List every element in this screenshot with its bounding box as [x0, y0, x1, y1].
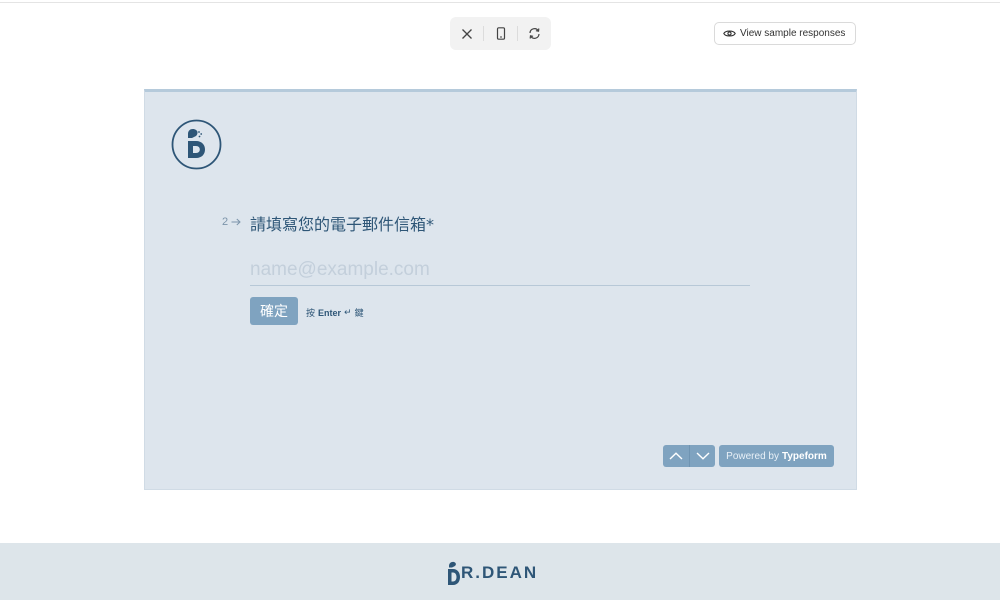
arrow-right-icon: [231, 218, 241, 226]
question-number: 2: [222, 216, 241, 228]
question-navigation: [663, 445, 715, 467]
view-sample-responses-button[interactable]: View sample responses: [714, 22, 856, 45]
footer-brand-logo: R.DEAN: [447, 560, 538, 586]
question-number-value: 2: [222, 216, 229, 228]
eye-icon: [723, 30, 736, 37]
powered-by-label: Powered by: [726, 450, 779, 462]
mobile-preview-button[interactable]: [484, 17, 517, 50]
dr-dean-logo-icon: [171, 119, 222, 170]
top-divider: [0, 2, 1000, 3]
preview-toolbar: [450, 17, 551, 50]
previous-question-button[interactable]: [663, 445, 689, 467]
enter-hint: 按 Enter ↵ 鍵: [306, 306, 364, 320]
enter-hint-prefix: 按: [306, 309, 316, 319]
close-icon: [461, 28, 472, 39]
refresh-icon: [529, 28, 540, 39]
chevron-down-icon: [696, 452, 709, 460]
question-title: 請填寫您的電子郵件信箱*: [250, 215, 435, 234]
email-field[interactable]: [250, 255, 750, 286]
footer: R.DEAN: [0, 543, 1000, 600]
view-sample-responses-label: View sample responses: [740, 28, 846, 39]
powered-by-typeform-link[interactable]: Powered by Typeform: [719, 445, 834, 467]
chevron-up-icon: [669, 452, 683, 460]
mobile-device-icon: [496, 27, 505, 40]
enter-key-icon: ↵: [344, 307, 352, 318]
dr-dean-mark-icon: [448, 561, 460, 585]
enter-hint-suffix: 鍵: [354, 309, 364, 319]
close-preview-button[interactable]: [450, 17, 483, 50]
enter-hint-key: Enter: [318, 307, 342, 318]
next-question-button[interactable]: [689, 445, 715, 467]
typeform-brand: Typeform: [781, 450, 827, 462]
refresh-preview-button[interactable]: [518, 17, 551, 50]
ok-button[interactable]: 確定: [250, 297, 298, 325]
form-preview: 2 請填寫您的電子郵件信箱* 確定 按 Enter ↵ 鍵 Powered by…: [144, 89, 857, 490]
footer-brand-text: R.DEAN: [461, 563, 539, 582]
